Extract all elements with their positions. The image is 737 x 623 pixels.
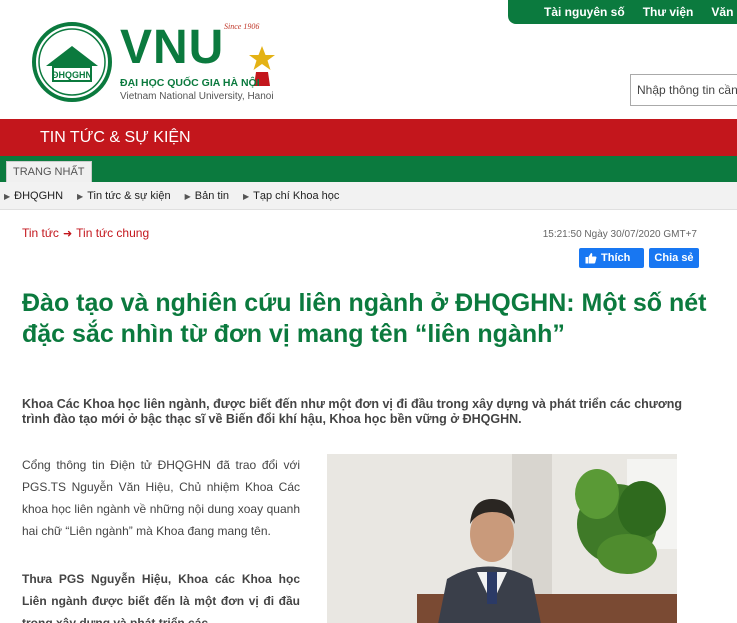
caret-right-icon: ▶ <box>4 191 11 201</box>
caret-right-icon: ▶ <box>184 191 191 201</box>
article-summary: Khoa Các Khoa học liên ngành, được biết … <box>22 397 682 426</box>
subnav-label: ĐHQGHN <box>14 189 64 202</box>
facebook-like-button[interactable]: Thích <box>579 248 644 268</box>
breadcrumb-root[interactable]: Tin tức <box>22 226 59 240</box>
article-headline: Đào tạo và nghiên cứu liên ngành ở ĐHQGH… <box>22 289 707 348</box>
subnav-label: Tin tức & sự kiện <box>87 189 171 202</box>
article-question: Thưa PGS Nguyễn Hiệu, Khoa các Khoa học … <box>22 572 300 623</box>
caret-right-icon: ▶ <box>243 191 250 201</box>
sub-nav: ▶ ĐHQGHN ▶ Tin tức & sự kiện ▶ Bản tin ▶ Tạp… <box>0 182 737 210</box>
vnu-logo[interactable]: ĐHQGHN Since 1906 VNU ĐẠI HỌC QUỐC GIA H… <box>32 20 292 110</box>
section-bar: TIN TỨC & SỰ KIỆN <box>0 119 737 156</box>
subnav-item-bulletin[interactable]: ▶ Bản tin <box>185 190 229 202</box>
breadcrumb: Tin tức ➜ Tin tức chung <box>22 226 149 240</box>
portrait-image <box>327 454 677 623</box>
toplink-digital-resources[interactable]: Tài nguyên số <box>544 5 625 19</box>
thumbs-up-icon <box>585 253 597 264</box>
breadcrumb-current[interactable]: Tin tức chung <box>76 226 149 240</box>
subnav-item-news[interactable]: ▶ Tin tức & sự kiện <box>77 190 171 202</box>
article-photo <box>327 454 677 623</box>
tab-home[interactable]: TRANG NHẤT <box>6 161 92 182</box>
seal-text: ĐHQGHN <box>52 70 92 80</box>
arrow-right-icon: ➜ <box>62 227 73 240</box>
section-title[interactable]: TIN TỨC & SỰ KIỆN <box>40 129 191 147</box>
university-name-en: Vietnam National University, Hanoi <box>120 91 274 102</box>
main-nav: TRANG NHẤT <box>0 156 737 182</box>
search-input[interactable] <box>631 75 737 105</box>
article-paragraph: Cổng thông tin Điện tử ĐHQGHN đã trao đổ… <box>22 458 300 538</box>
top-links-bar: Tài nguyên số Thư viện Văn bả <box>508 0 737 24</box>
toplink-documents[interactable]: Văn bả <box>711 5 737 19</box>
since-label: Since 1906 <box>224 22 260 31</box>
facebook-share-button[interactable]: Chia sẻ <box>649 248 699 268</box>
subnav-label: Tạp chí Khoa học <box>253 189 340 202</box>
share-label: Chia sẻ <box>654 252 694 264</box>
subnav-item-dhqghn[interactable]: ▶ ĐHQGHN <box>4 190 63 202</box>
subnav-label: Bản tin <box>194 189 230 202</box>
caret-right-icon: ▶ <box>77 191 84 201</box>
vnu-wordmark: VNU <box>120 21 225 74</box>
article-datetime: 15:21:50 Ngày 30/07/2020 GMT+7 <box>542 229 697 240</box>
search-box <box>630 74 737 106</box>
toplink-library[interactable]: Thư viện <box>643 5 694 19</box>
university-name-vn: ĐẠI HỌC QUỐC GIA HÀ NỘI <box>120 77 260 89</box>
subnav-item-journal[interactable]: ▶ Tạp chí Khoa học <box>243 190 339 202</box>
like-label: Thích <box>601 252 631 264</box>
